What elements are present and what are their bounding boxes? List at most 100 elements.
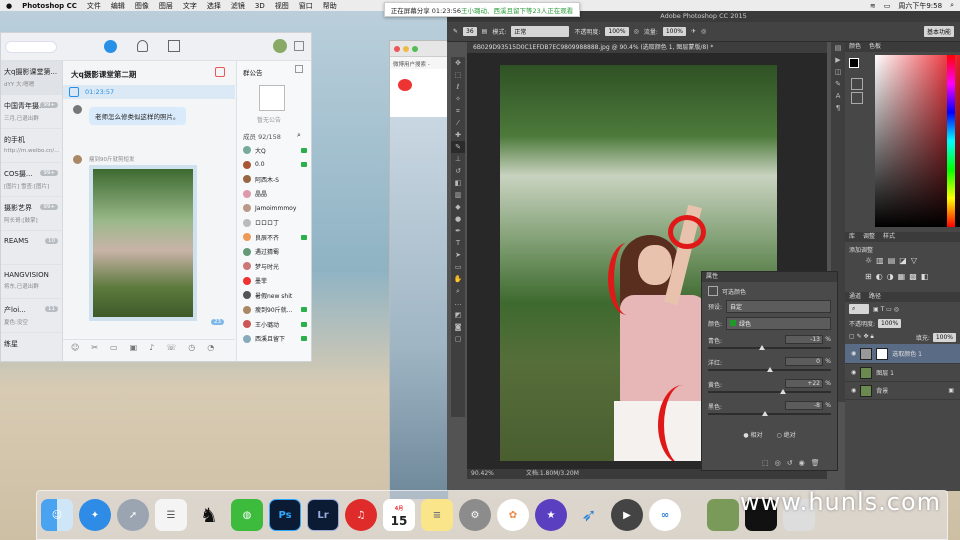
clip-icon[interactable]: ⬚ (762, 459, 769, 467)
slider-cyan[interactable]: 青色: -13% (702, 332, 837, 354)
stamp-tool-icon[interactable]: ⊥ (451, 153, 465, 165)
notes-icon[interactable]: ≡ (421, 499, 453, 531)
slider-magenta[interactable]: 洋红: 0% (702, 354, 837, 376)
hand-tool-icon[interactable]: ✋ (451, 273, 465, 285)
brush-panel-icon[interactable]: ▤ (482, 28, 488, 35)
member-item[interactable]: 梦与时光 (237, 259, 311, 274)
slider-track[interactable] (708, 413, 831, 415)
flow-input[interactable]: 100% (662, 27, 686, 36)
wifi-icon[interactable]: ≋ (870, 2, 876, 10)
chat-list-item[interactable]: COS摄... [图片] 雪查:[图片] 99+ (1, 163, 62, 197)
maximize-icon[interactable] (412, 46, 418, 52)
layer-row-layer1[interactable]: ◉ 图层 1 (845, 364, 960, 382)
type-tool-icon[interactable]: T (451, 237, 465, 249)
dodge-tool-icon[interactable]: ● (451, 213, 465, 225)
slider-knob[interactable] (761, 411, 768, 416)
minimize-icon[interactable] (403, 46, 409, 52)
shape-tool-icon[interactable]: ▭ (451, 261, 465, 273)
xunlei-icon[interactable]: ➶ (573, 499, 605, 531)
character-panel-icon[interactable]: A (831, 90, 845, 102)
system-prefs-icon[interactable]: ⚙ (459, 499, 491, 531)
colors-select[interactable]: 绿色 (726, 317, 831, 330)
tab-swatches[interactable]: 色板 (869, 42, 881, 52)
new-message-badge[interactable]: 23 (211, 319, 224, 325)
apple-icon[interactable]: ● (6, 2, 12, 10)
browser-tab[interactable]: 微博用户搜索 - (390, 57, 448, 69)
opacity-input[interactable]: 100% (605, 27, 629, 36)
marquee-tool-icon[interactable]: ⬚ (451, 69, 465, 81)
tab-styles[interactable]: 样式 (883, 232, 895, 242)
menu-layer[interactable]: 图层 (159, 1, 173, 11)
brush-presets-icon[interactable]: ✎ (831, 78, 845, 90)
photos-icon[interactable]: ✿ (497, 499, 529, 531)
slider-value-input[interactable]: 0 (785, 357, 823, 366)
battery-icon[interactable]: ▭ (884, 2, 891, 10)
chat-list-item[interactable]: HANGVISION 将东,已退出群 (1, 265, 62, 299)
calendar-icon[interactable]: 4月 15 (383, 499, 415, 531)
zoom-level[interactable]: 90.42% (471, 470, 494, 477)
member-item[interactable]: 阿西木-S (237, 172, 311, 187)
folder-icon[interactable]: ▭ (110, 343, 118, 352)
app-menu[interactable]: Photoshop CC (22, 2, 77, 10)
tab-color[interactable]: 颜色 (849, 42, 861, 52)
slider-black[interactable]: 黑色: -8% (702, 398, 837, 420)
phone-icon[interactable]: ☏ (166, 343, 176, 352)
menu-3d[interactable]: 3D (255, 2, 265, 10)
brush-size[interactable]: 36 (463, 27, 477, 36)
edit-notice-icon[interactable] (295, 65, 303, 73)
layer-opacity-input[interactable]: 100% (878, 318, 902, 328)
slider-knob[interactable] (780, 389, 787, 394)
actions-panel-icon[interactable]: ▶ (831, 54, 845, 66)
close-icon[interactable] (394, 46, 400, 52)
visibility-icon[interactable]: ◉ (851, 350, 856, 357)
slider-value-input[interactable]: -8 (785, 401, 823, 410)
expand-icon[interactable] (294, 41, 304, 51)
message-tab-icon[interactable] (104, 40, 117, 53)
member-item[interactable]: 大Q (237, 143, 311, 158)
sender-avatar[interactable] (73, 155, 82, 164)
blur-tool-icon[interactable]: ◆ (451, 201, 465, 213)
view-previous-icon[interactable]: ◎ (775, 459, 781, 467)
properties-panel-icon[interactable]: ◫ (831, 66, 845, 78)
airbrush-icon[interactable]: ✈ (691, 28, 696, 35)
netease-music-icon[interactable]: ♫ (345, 499, 377, 531)
menu-edit[interactable]: 编辑 (111, 1, 125, 11)
member-item[interactable]: Jamoimmmoy (237, 201, 311, 216)
group-menu-icon[interactable] (215, 67, 225, 77)
slider-value-input[interactable]: +22 (785, 379, 823, 388)
image-icon[interactable]: ▣ (130, 343, 138, 352)
tab-paths[interactable]: 路径 (869, 292, 881, 302)
contacts-tab-icon[interactable] (137, 40, 148, 52)
user-avatar[interactable] (273, 39, 287, 53)
tab-adjustments[interactable]: 调整 (863, 232, 875, 242)
layer-row-selective-color[interactable]: ◉ 选取颜色 1 (845, 344, 960, 364)
finder-icon[interactable]: ☺ (41, 499, 73, 531)
foreground-swatch[interactable] (849, 58, 859, 68)
visibility-icon[interactable]: ◉ (851, 387, 856, 394)
safari-icon[interactable]: ✦ (79, 499, 111, 531)
layer-filter-select[interactable]: ⌕ (849, 304, 869, 314)
layer-row-background[interactable]: ◉ 背景 ▣ (845, 382, 960, 400)
reset-icon[interactable]: ↺ (787, 459, 793, 467)
mic-icon[interactable]: ♪ (149, 343, 154, 352)
history-icon[interactable]: ◷ (188, 343, 195, 352)
hue-slider[interactable] (947, 55, 955, 227)
eyedropper-tool-icon[interactable]: ⁄ (451, 117, 465, 129)
brush-tool-icon[interactable]: ✎ (451, 141, 465, 153)
qq-search-input[interactable] (5, 41, 57, 53)
brush-tool-icon[interactable]: ✎ (453, 28, 458, 35)
pressure-size-icon[interactable]: ◎ (701, 28, 706, 35)
emoji-icon[interactable]: ☺ (71, 343, 79, 352)
reminders-icon[interactable]: ☰ (155, 499, 187, 531)
delete-icon[interactable]: 🗑︎ (811, 459, 820, 467)
member-item[interactable]: 瘦到90斤就... (237, 303, 311, 318)
menu-help[interactable]: 帮助 (323, 1, 337, 11)
member-item[interactable]: 0.0 (237, 158, 311, 173)
tab-libraries[interactable]: 库 (849, 232, 855, 242)
menu-file[interactable]: 文件 (87, 1, 101, 11)
pen-tool-icon[interactable]: ✒ (451, 225, 465, 237)
slider-value-input[interactable]: -13 (785, 335, 823, 344)
member-item[interactable]: 西溪且留下 (237, 332, 311, 347)
paragraph-panel-icon[interactable]: ¶ (831, 102, 845, 114)
healing-tool-icon[interactable]: ✚ (451, 129, 465, 141)
